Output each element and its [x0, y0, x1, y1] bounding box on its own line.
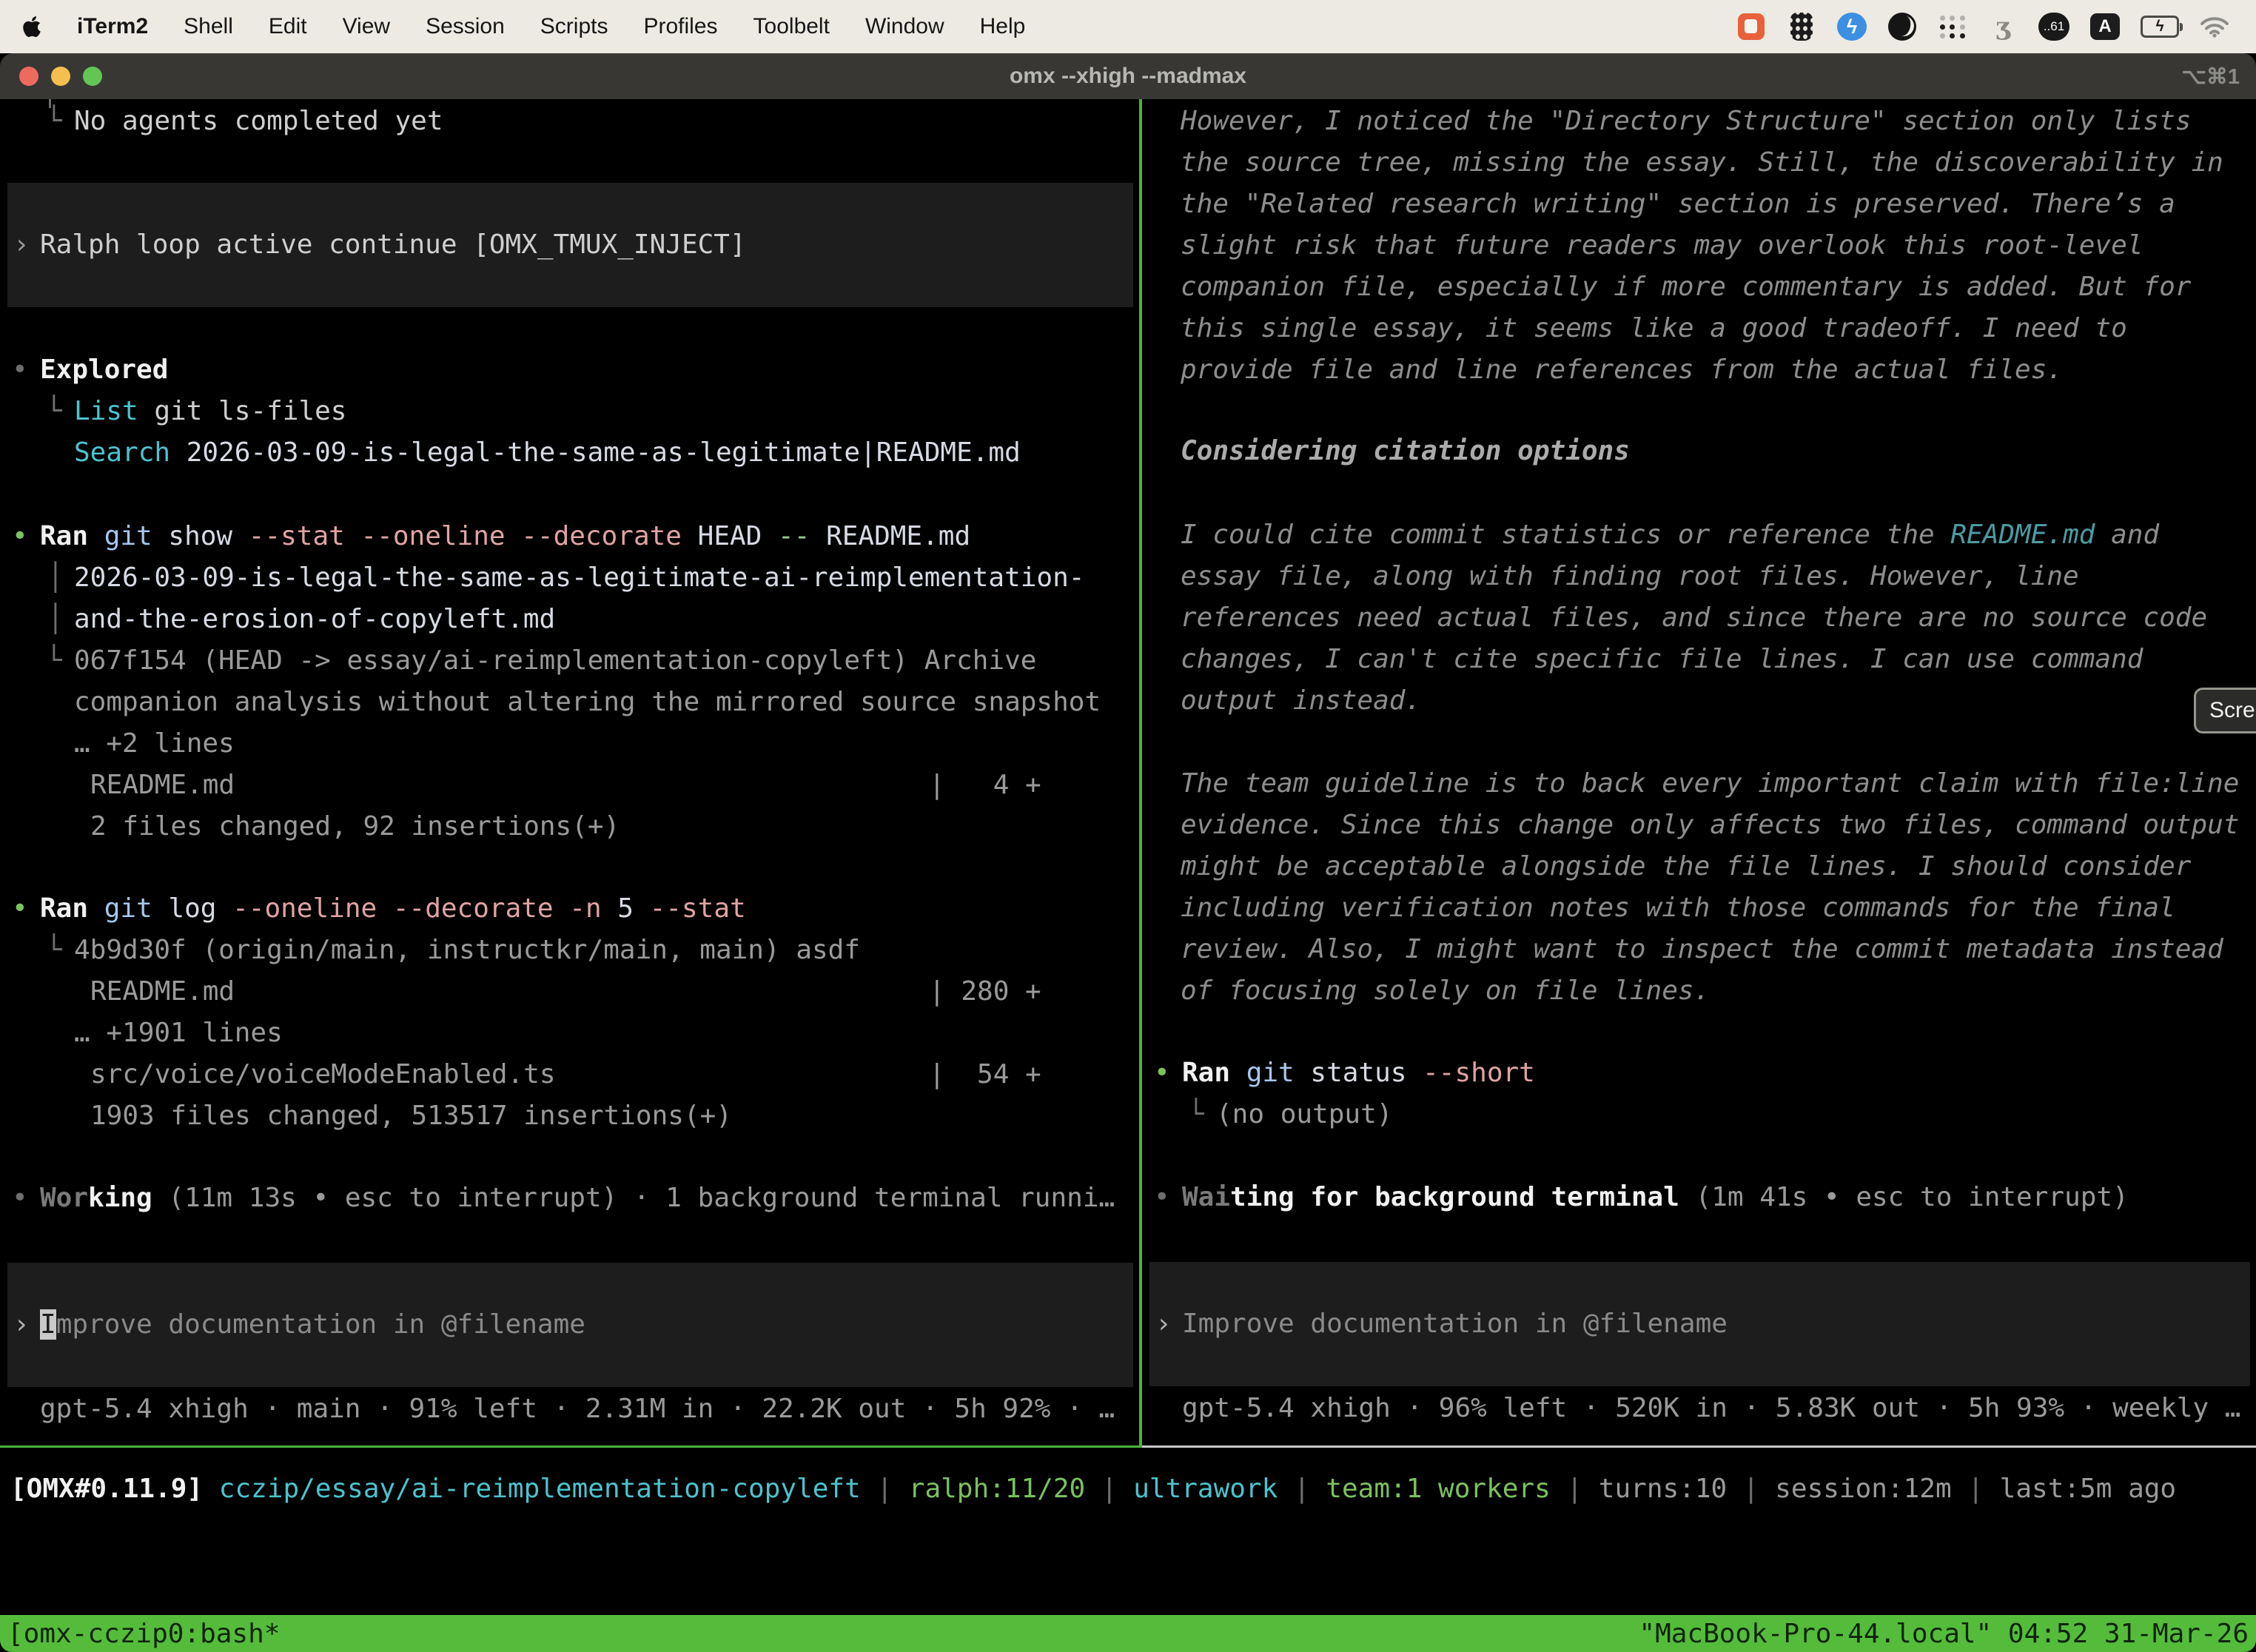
prompt-arrow-icon: › [1155, 1303, 1172, 1345]
menu-item-iterm2[interactable]: iTerm2 [77, 14, 148, 39]
terminal-line: └067f154 (HEAD -> essay/ai-reimplementat… [0, 640, 1139, 682]
battery-percent-badge-icon[interactable]: ..61 [2038, 13, 2069, 41]
terminal-line: output instead. [1142, 680, 2256, 722]
terminal-line: references need actual files, and since … [1142, 597, 2256, 639]
prompt-arrow-icon: › [13, 1304, 30, 1346]
menu-item-help[interactable]: Help [980, 14, 1026, 39]
terminal-line: However, I noticed the "Directory Struct… [1142, 101, 2256, 142]
terminal-line: 1903 files changed, 513517 insertions(+) [0, 1095, 1139, 1137]
terminal-line: │and-the-erosion-of-copyleft.md [0, 599, 1139, 640]
dragon-icon[interactable]: ʒ [1988, 10, 2018, 43]
terminal-line: [OMX#0.11.9] cczip/essay/ai-reimplementa… [0, 1468, 2256, 1510]
shield-grid-icon[interactable] [1787, 10, 1816, 43]
menu-bar-status-icons: ʒ ..61 A [1736, 10, 2234, 43]
terminal-line: The team guideline is to back every impo… [1142, 763, 2256, 805]
terminal-line: └No agents completed yet [0, 101, 1139, 142]
tmux-session-label: [omx-cczip0:bash* [7, 1619, 280, 1649]
terminal-line: evidence. Since this change only affects… [1142, 805, 2256, 846]
screenshot-chat-icon[interactable] [1736, 10, 1766, 43]
terminal-line: this single essay, it seems like a good … [1142, 308, 2256, 349]
menu-bar: iTerm2 Shell Edit View Session Scripts Profile… [0, 0, 2256, 53]
prompt-arrow-icon: › [13, 224, 30, 266]
window-shortcut-badge: ⌥⌘1 [2181, 64, 2240, 90]
terminal-line: including verification notes with those … [1142, 887, 2256, 929]
menu-item-shell[interactable]: Shell [184, 14, 233, 39]
left-pane-scrollback: •Explored└List git ls-filesSearch 2026-0… [0, 349, 1139, 1219]
menu-item-toolbelt[interactable]: Toolbelt [753, 14, 830, 39]
left-prompt-input[interactable]: Improve documentation in @filename [40, 1304, 585, 1346]
terminal-line: I could cite commit statistics or refere… [1142, 514, 2256, 556]
terminal-line: … +2 lines [0, 723, 1139, 765]
terminal-line: slight risk that future readers may over… [1142, 225, 2256, 266]
menu-items: iTerm2 Shell Edit View Session Scripts Profile… [77, 14, 1025, 39]
terminal-line: README.md| 4 + [0, 765, 1139, 806]
inject-banner: › Ralph loop active continue [OMX_TMUX_I… [7, 183, 1133, 307]
terminal-line: •Ran git status --short [1142, 1052, 2256, 1094]
terminal-line: │2026-03-09-is-legal-the-same-as-legitim… [0, 557, 1139, 599]
terminal-line: … +1901 lines [0, 1013, 1139, 1054]
terminal-line: changes, I can't cite specific file line… [1142, 639, 2256, 680]
terminal-line: of focusing solely on file lines. [1142, 970, 2256, 1012]
terminal-line: •Ran git log --oneline --decorate -n 5 -… [0, 888, 1139, 930]
terminal-line: companion analysis without altering the … [0, 682, 1139, 723]
right-session-statusline: gpt-5.4 xhigh · 96% left · 520K in · 5.8… [1142, 1388, 2256, 1429]
terminal-line: the source tree, missing the essay. Stil… [1142, 142, 2256, 184]
screen-overlay-label: Scre [2209, 698, 2255, 723]
terminal-line: •Explored [0, 349, 1139, 391]
crescent-circle-icon[interactable] [1887, 10, 1917, 43]
apple-menu-icon[interactable] [22, 13, 44, 40]
terminal-line: src/voice/voiceModeEnabled.ts| 54 + [0, 1054, 1139, 1095]
text-cursor: I [40, 1309, 56, 1340]
right-pane-scrollback: However, I noticed the "Directory Struct… [1142, 101, 2256, 1218]
menu-item-session[interactable]: Session [426, 14, 505, 39]
terminal-line: might be acceptable alongside the file l… [1142, 846, 2256, 887]
prompt-placeholder: Improve documentation in @filename [1182, 1309, 1728, 1339]
terminal-line: └4b9d30f (origin/main, instructkr/main, … [0, 930, 1139, 971]
terminal-line: README.md| 280 + [0, 971, 1139, 1013]
terminal-line: review. Also, I might want to inspect th… [1142, 929, 2256, 970]
dots-grid-icon[interactable] [1938, 13, 1967, 40]
terminal-line: the "Related research writing" section i… [1142, 184, 2256, 225]
terminal-line: └(no output) [1142, 1094, 2256, 1135]
menu-item-profiles[interactable]: Profiles [643, 14, 717, 39]
battery-icon[interactable] [2141, 10, 2179, 43]
prompt-placeholder: mprove documentation in @filename [56, 1309, 585, 1340]
terminal-line: provide file and line references from th… [1142, 349, 2256, 391]
screen-overlay-snippet[interactable]: Scre [2194, 688, 2256, 733]
terminal-line: └List git ls-files [0, 391, 1139, 432]
input-source-icon[interactable]: A [2090, 13, 2120, 40]
tmux-status-bar: [omx-cczip0:bash* "MacBook-Pro-44.local"… [0, 1615, 2256, 1652]
menu-item-view[interactable]: View [343, 14, 390, 39]
menu-item-scripts[interactable]: Scripts [540, 14, 608, 39]
omx-status-bar: [OMX#0.11.9] cczip/essay/ai-reimplementa… [0, 1448, 2256, 1615]
left-pane-top-lines: └No agents completed yet [0, 101, 1139, 142]
menu-item-window[interactable]: Window [865, 14, 944, 39]
window-title: omx --xhigh --madmax [0, 64, 2256, 89]
terminal-line: essay file, along with finding root file… [1142, 556, 2256, 597]
terminal-line: companion file, especially if more comme… [1142, 266, 2256, 308]
right-pane[interactable]: However, I noticed the "Directory Struct… [1142, 99, 2256, 1448]
tmux-host-clock-label: "MacBook-Pro-44.local" 04:52 31-Mar-26 [1639, 1619, 2249, 1649]
right-prompt-input[interactable]: Improve documentation in @filename [1182, 1303, 1728, 1345]
terminal-line: Considering citation options [1142, 431, 2256, 472]
terminal-line: •Waiting for background terminal (1m 41s… [1142, 1177, 2256, 1218]
wifi-icon[interactable] [2200, 10, 2229, 43]
window-title-bar[interactable]: omx --xhigh --madmax ⌥⌘1 [0, 53, 2256, 99]
terminal-line: 2 files changed, 92 insertions(+) [0, 806, 1139, 847]
iterm2-window: omx --xhigh --madmax ⌥⌘1 └No agents comp… [0, 53, 2256, 1652]
terminal-line: Search 2026-03-09-is-legal-the-same-as-l… [0, 432, 1139, 474]
lightning-circle-icon[interactable] [1837, 13, 1867, 41]
terminal-line: •Working (11m 13s • esc to interrupt) · … [0, 1178, 1139, 1219]
left-prompt-box[interactable]: › Improve documentation in @filename [7, 1263, 1133, 1387]
left-pane[interactable]: └No agents completed yet › Ralph loop ac… [0, 99, 1139, 1448]
right-prompt-box[interactable]: › Improve documentation in @filename [1149, 1262, 2250, 1386]
inject-banner-text: Ralph loop active continue [OMX_TMUX_INJ… [40, 224, 746, 266]
menu-item-edit[interactable]: Edit [269, 14, 307, 39]
terminal-line: •Ran git show --stat --oneline --decorat… [0, 516, 1139, 557]
left-session-statusline: gpt-5.4 xhigh · main · 91% left · 2.31M … [0, 1389, 1139, 1430]
